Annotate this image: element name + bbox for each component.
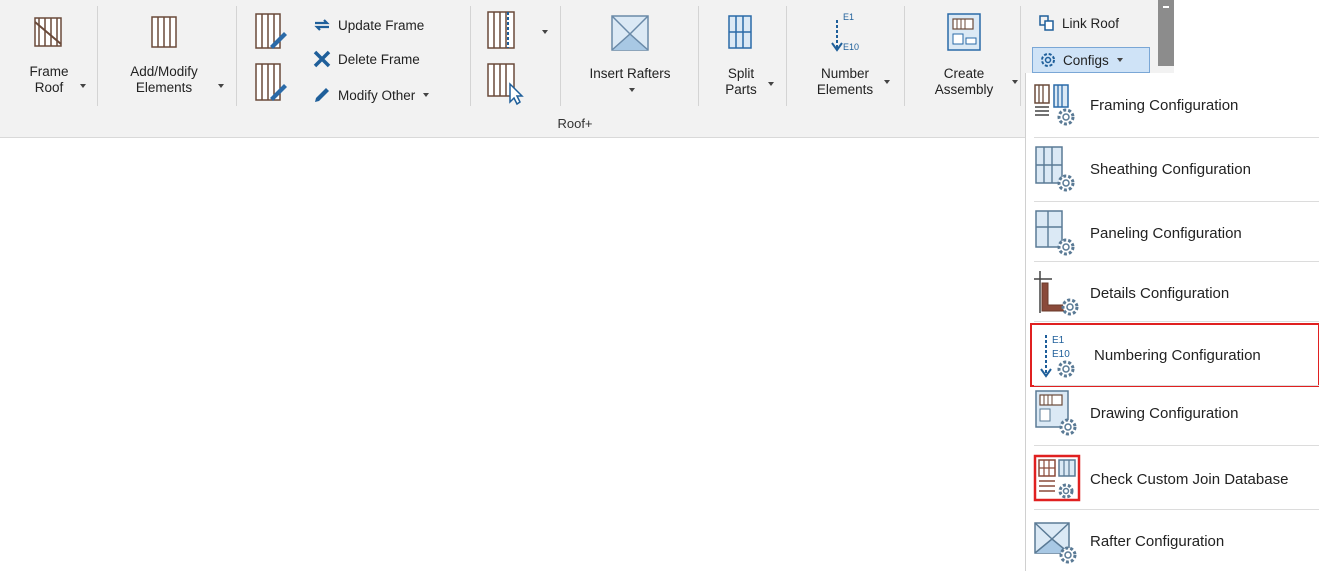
insert-rafters-button[interactable]: Insert Rafters	[575, 12, 685, 92]
add-modify-dropdown-icon[interactable]	[218, 84, 224, 88]
menu-item-drawing-configuration[interactable]: Drawing Configuration	[1026, 381, 1319, 445]
menu-item-details-configuration[interactable]: Details Configuration	[1026, 261, 1319, 325]
update-frame-icon	[314, 19, 330, 31]
menu-item-paneling-configuration[interactable]: Paneling Configuration	[1026, 201, 1319, 265]
scroll-thumb[interactable]	[1163, 6, 1169, 8]
create-assembly-label-1: Create	[943, 66, 985, 81]
split-parts-label-1: Split	[727, 66, 755, 81]
menu-item-sheathing-configuration[interactable]: Sheathing Configuration	[1026, 137, 1319, 201]
menu-divider	[1034, 321, 1319, 322]
create-assembly-dropdown-icon[interactable]	[1012, 80, 1018, 84]
menu-item-numbering-configuration[interactable]: E1 E10 Numbering Configuration	[1030, 323, 1319, 387]
numbering-config-icon: E1 E10	[1040, 335, 1075, 378]
frame-modify-icon[interactable]	[254, 62, 288, 104]
menu-item-label: Numbering Configuration	[1094, 346, 1261, 364]
assembly-icon	[947, 13, 981, 51]
frame-select-icon[interactable]	[486, 62, 526, 106]
ribbon-separator	[470, 6, 471, 106]
frame-layout-dropdown-icon[interactable]	[542, 30, 548, 34]
add-modify-label-2: Elements	[135, 80, 193, 95]
details-config-icon	[1034, 271, 1079, 316]
configs-dropdown-button[interactable]: Configs	[1032, 47, 1150, 73]
paneling-config-icon	[1035, 210, 1075, 256]
custom-join-db-icon	[1033, 454, 1081, 502]
link-roof-button[interactable]: Link Roof	[1038, 12, 1119, 34]
svg-text:E1: E1	[1052, 335, 1065, 346]
frame-roof-label-1: Frame	[29, 64, 69, 79]
ribbon-separator	[698, 6, 699, 106]
panel-scrollbar[interactable]	[1158, 0, 1174, 66]
svg-text:E1: E1	[843, 12, 854, 22]
ribbon-separator	[560, 6, 561, 106]
svg-text:E10: E10	[843, 42, 859, 52]
svg-text:E10: E10	[1052, 349, 1070, 360]
delete-frame-label: Delete Frame	[338, 51, 420, 67]
split-parts-label-2: Parts	[725, 82, 757, 97]
link-roof-icon	[1039, 15, 1054, 31]
menu-item-framing-configuration[interactable]: Framing Configuration	[1026, 73, 1319, 137]
ribbon-separator	[904, 6, 905, 106]
frame-edit-icon[interactable]	[254, 12, 288, 52]
rafter-config-icon	[1034, 522, 1077, 564]
ribbon-separator	[97, 6, 98, 106]
create-assembly-button[interactable]: Create Assembly	[916, 10, 1018, 98]
update-frame-button[interactable]: Update Frame	[312, 14, 424, 36]
frame-roof-button[interactable]: Frame Roof	[18, 14, 86, 96]
link-roof-label: Link Roof	[1062, 15, 1120, 31]
split-parts-button[interactable]: Split Parts	[708, 12, 774, 98]
configs-chevron-down-icon	[1116, 58, 1123, 62]
split-parts-icon	[728, 15, 752, 49]
number-elements-button[interactable]: E1 E10 Number Elements	[796, 10, 894, 98]
insert-rafters-dropdown-icon[interactable]	[629, 88, 635, 92]
configs-label: Configs	[1063, 52, 1109, 68]
delete-frame-button[interactable]: Delete Frame	[312, 48, 420, 70]
menu-item-label: Drawing Configuration	[1090, 404, 1239, 422]
menu-item-label: Framing Configuration	[1090, 96, 1239, 114]
ribbon-separator	[786, 6, 787, 106]
menu-item-label: Details Configuration	[1090, 284, 1230, 302]
number-elements-dropdown-icon[interactable]	[884, 80, 890, 84]
modify-other-label: Modify Other	[338, 87, 416, 103]
numbering-icon: E1 E10	[831, 12, 859, 52]
panel-title: Roof+	[557, 116, 593, 131]
menu-item-rafter-configuration[interactable]: Rafter Configuration	[1026, 509, 1319, 571]
menu-item-label: Rafter Configuration	[1090, 532, 1225, 550]
add-modify-label-1: Add/Modify	[130, 64, 198, 79]
app-root: Frame Roof Add/Modify Elements Update Fr…	[0, 0, 1319, 571]
ribbon-panel: Frame Roof Add/Modify Elements Update Fr…	[0, 0, 1174, 138]
menu-item-check-custom-join-database[interactable]: Check Custom Join Database	[1026, 447, 1319, 511]
split-parts-dropdown-icon[interactable]	[768, 82, 774, 86]
ribbon-separator	[1020, 6, 1021, 106]
frame-layout-icon[interactable]	[486, 10, 522, 54]
number-elements-label-2: Elements	[816, 82, 874, 97]
menu-item-label: Paneling Configuration	[1090, 224, 1242, 242]
update-frame-label: Update Frame	[338, 17, 425, 33]
modify-other-dropdown-icon[interactable]	[423, 93, 430, 97]
sheathing-config-icon	[1035, 146, 1075, 192]
delete-frame-icon	[313, 50, 331, 68]
create-assembly-label-2: Assembly	[934, 82, 994, 97]
modify-other-button[interactable]: Modify Other	[312, 84, 430, 106]
menu-item-label: Check Custom Join Database	[1090, 470, 1289, 488]
gear-icon	[1041, 53, 1055, 67]
drawing-config-icon	[1035, 390, 1077, 436]
add-modify-elements-button[interactable]: Add/Modify Elements	[110, 14, 224, 96]
pencil-icon	[315, 88, 329, 102]
add-modify-icon	[151, 16, 177, 48]
rafter-icon	[611, 15, 649, 51]
menu-item-label: Sheathing Configuration	[1090, 160, 1251, 178]
ribbon-separator	[236, 6, 237, 106]
number-elements-label-1: Number	[820, 66, 869, 81]
configs-dropdown-menu: Framing Configuration Sheathing Configur…	[1025, 73, 1319, 571]
frame-roof-label-2: Roof	[34, 80, 64, 95]
menu-divider	[1034, 445, 1319, 446]
frame-roof-dropdown-icon[interactable]	[80, 84, 86, 88]
insert-rafters-label: Insert Rafters	[589, 66, 671, 81]
frame-roof-icon	[34, 17, 62, 47]
framing-config-icon	[1034, 84, 1075, 126]
